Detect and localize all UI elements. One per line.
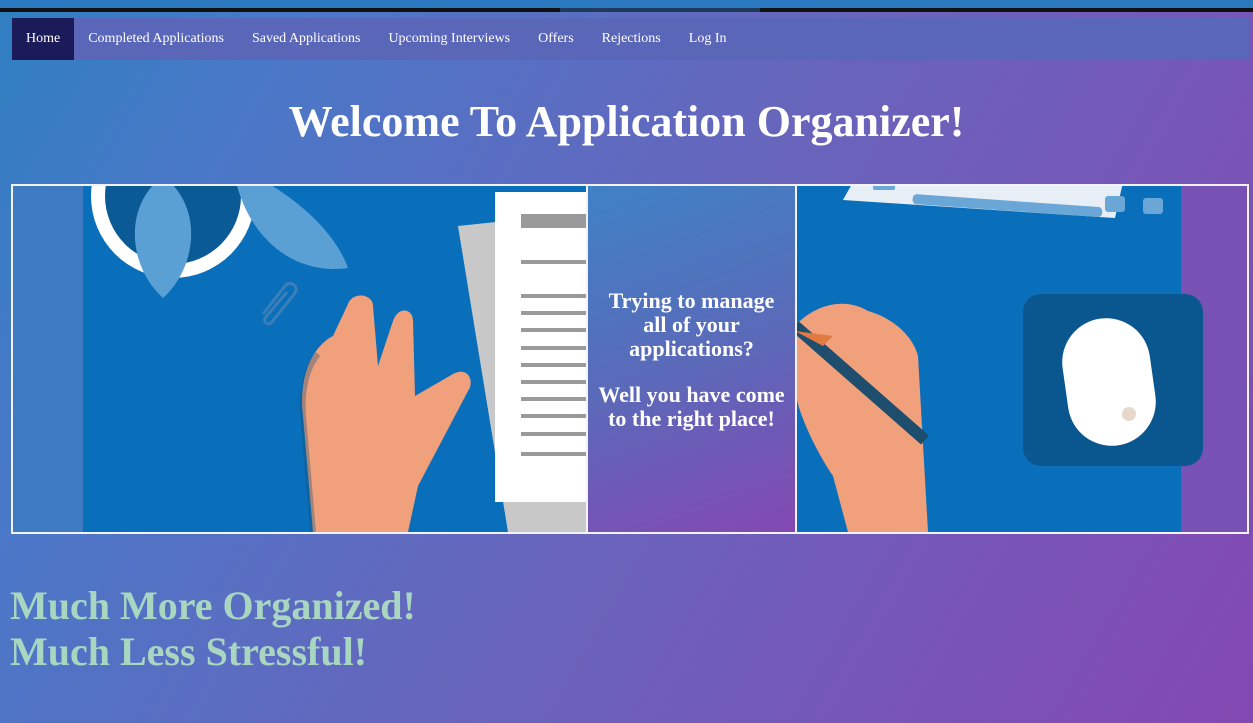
top-border bbox=[0, 8, 1253, 12]
nav-offers[interactable]: Offers bbox=[524, 18, 588, 60]
slogan: Much More Organized! Much Less Stressful… bbox=[10, 583, 416, 675]
callout-answer: Well you have come to the right place! bbox=[598, 382, 785, 432]
nav-upcoming-interviews[interactable]: Upcoming Interviews bbox=[374, 18, 524, 60]
page-title: Welcome To Application Organizer! bbox=[288, 97, 965, 146]
slogan-line-1: Much More Organized! bbox=[10, 583, 416, 628]
callout-question: Trying to manage all of your application… bbox=[608, 287, 775, 361]
top-nav: Home Completed Applications Saved Applic… bbox=[12, 18, 1250, 60]
nav-completed-applications[interactable]: Completed Applications bbox=[74, 18, 238, 60]
nav-saved-applications[interactable]: Saved Applications bbox=[238, 18, 375, 60]
nav-rejections[interactable]: Rejections bbox=[588, 18, 675, 60]
hero-banner: Trying to manage all of your application… bbox=[11, 184, 1249, 534]
hero-callout: Trying to manage all of your application… bbox=[586, 186, 797, 532]
mouse-icon bbox=[1023, 294, 1203, 466]
slogan-line-2: Much Less Stressful! bbox=[10, 629, 368, 674]
nav-log-in[interactable]: Log In bbox=[675, 18, 741, 60]
window-top-strip bbox=[0, 0, 1253, 12]
nav-home[interactable]: Home bbox=[12, 18, 75, 60]
